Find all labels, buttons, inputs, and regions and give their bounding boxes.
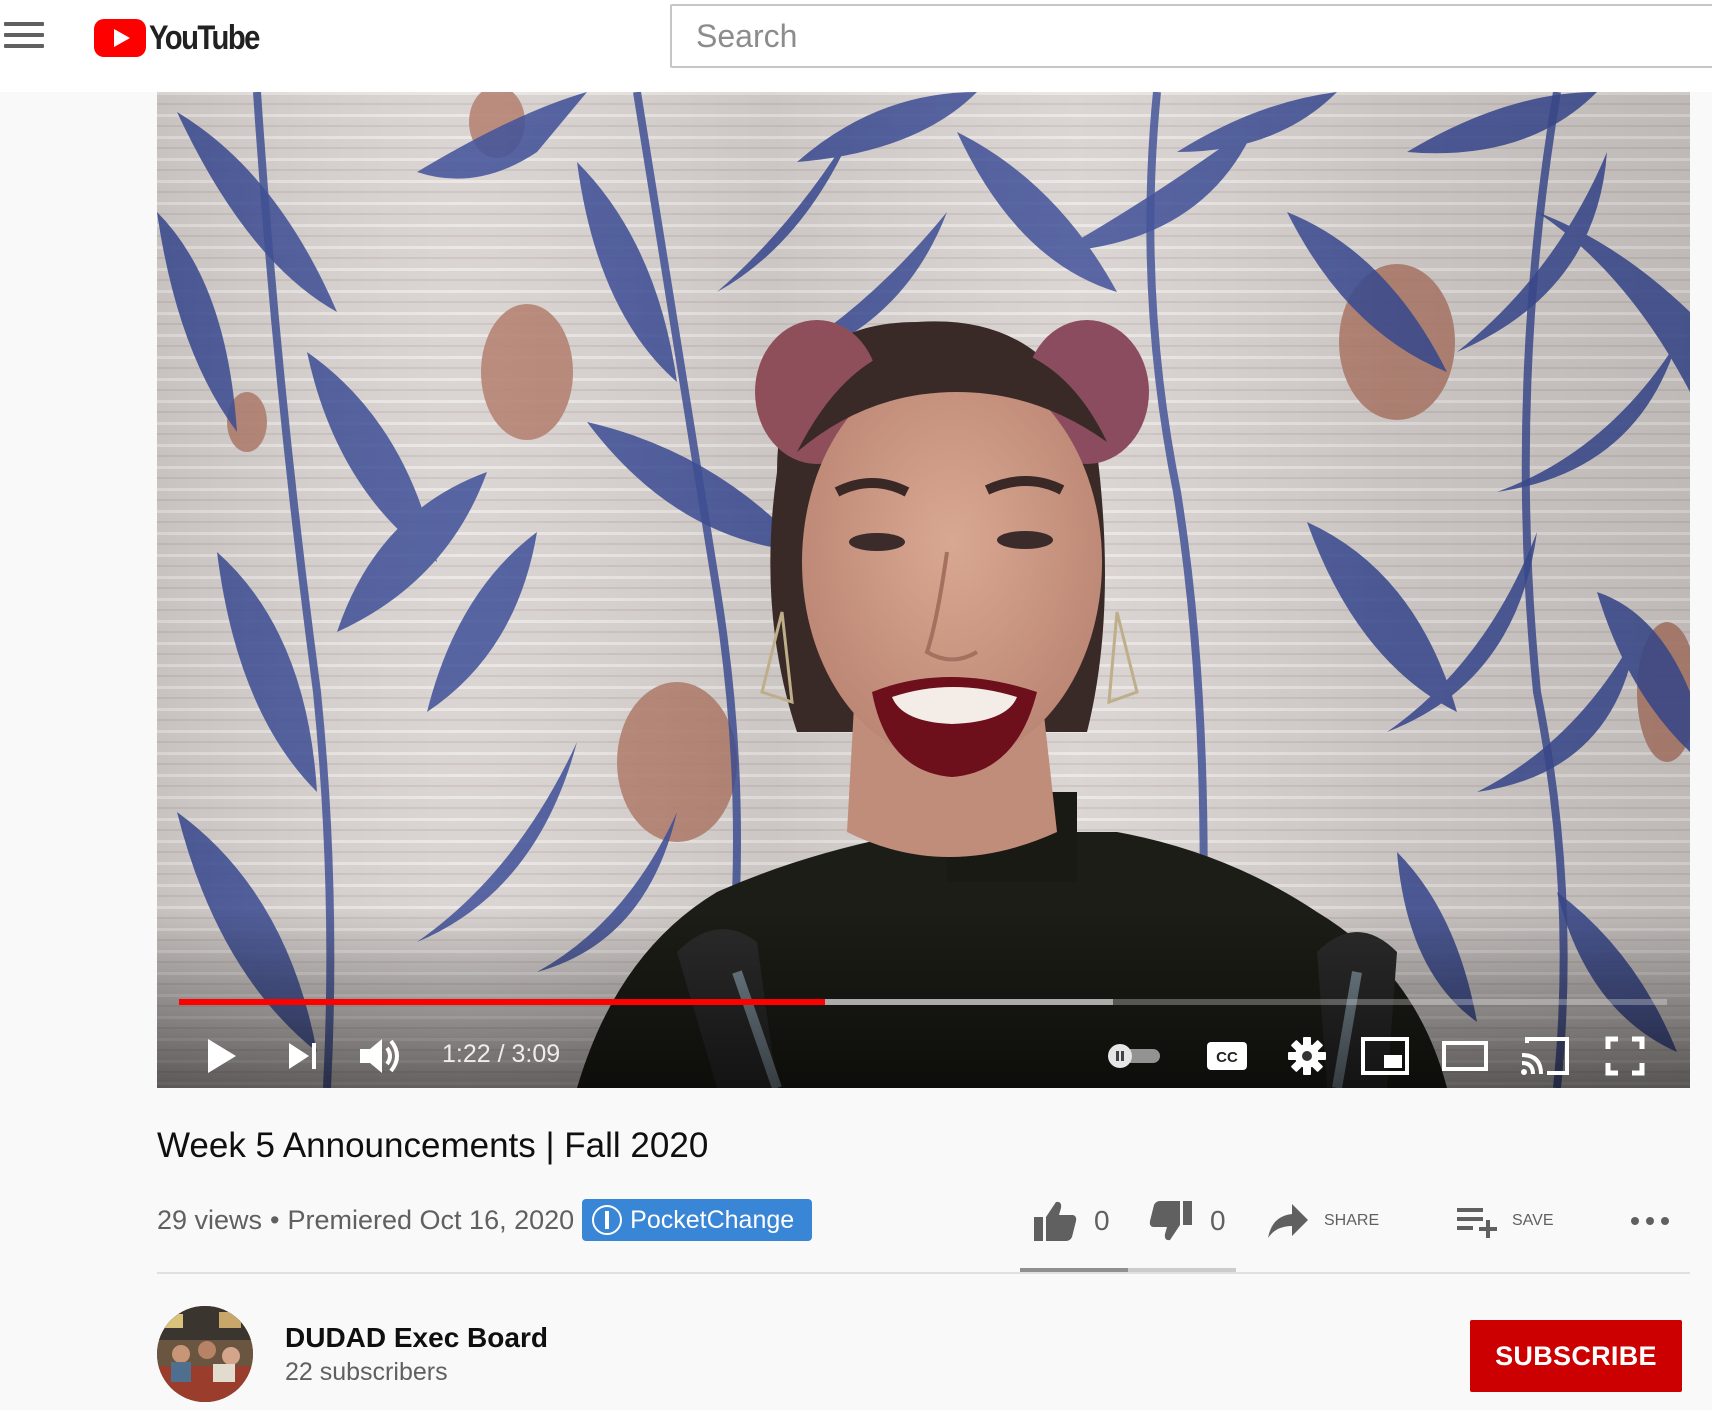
miniplayer-button[interactable] [1357, 1026, 1413, 1086]
masthead: YouTube [0, 0, 1712, 92]
share-button[interactable]: SHARE [1266, 1194, 1379, 1248]
thumbs-down-icon [1149, 1201, 1192, 1241]
save-button[interactable]: SAVE [1456, 1194, 1554, 1248]
dislike-button[interactable]: 0 [1148, 1194, 1226, 1248]
fullscreen-icon [1605, 1036, 1645, 1076]
subscriber-count: 22 subscribers [285, 1358, 448, 1386]
save-label: SAVE [1512, 1212, 1554, 1229]
youtube-play-logo-icon [94, 19, 146, 57]
volume-button[interactable] [353, 1026, 409, 1086]
logo-wordmark: YouTube [149, 18, 260, 57]
autoplay-toggle-icon [1108, 1044, 1160, 1068]
share-arrow-icon [1268, 1204, 1308, 1238]
pocketchange-label: PocketChange [630, 1205, 795, 1234]
time-display: 1:22 / 3:09 [442, 1040, 561, 1068]
progress-bar[interactable] [179, 999, 1667, 1005]
cc-icon: CC [1207, 1042, 1247, 1070]
more-actions-button[interactable] [1630, 1194, 1670, 1248]
miniplayer-icon [1361, 1037, 1409, 1075]
search-input[interactable] [672, 6, 1712, 66]
video-title: Week 5 Announcements | Fall 2020 [157, 1126, 709, 1165]
view-count: 29 views [157, 1204, 263, 1235]
like-button[interactable]: 0 [1032, 1194, 1110, 1248]
channel-avatar[interactable] [157, 1306, 253, 1402]
pocketchange-icon [592, 1205, 623, 1235]
svg-text:CC: CC [1216, 1049, 1238, 1066]
volume-icon [360, 1039, 399, 1073]
theater-icon [1442, 1041, 1488, 1071]
fullscreen-button[interactable] [1597, 1026, 1653, 1086]
settings-button[interactable] [1282, 1026, 1332, 1086]
like-count: 0 [1094, 1205, 1110, 1236]
settings-icon [1288, 1037, 1326, 1075]
video-player[interactable]: 1:22 / 3:09 CC [157, 92, 1690, 1088]
youtube-logo[interactable]: YouTube [94, 14, 277, 62]
search-box[interactable] [670, 4, 1712, 68]
video-meta: 29 views • Premiered Oct 16, 2020 Pocket… [157, 1198, 813, 1242]
cc-button[interactable]: CC [1202, 1026, 1252, 1086]
thumbs-up-icon [1034, 1201, 1077, 1241]
premiere-date: Premiered Oct 16, 2020 [287, 1204, 575, 1235]
theater-mode-button[interactable] [1437, 1026, 1493, 1086]
cast-button[interactable] [1517, 1026, 1573, 1086]
next-icon [289, 1043, 316, 1069]
share-label: SHARE [1324, 1212, 1380, 1229]
playlist-add-icon [1457, 1208, 1497, 1238]
menu-icon[interactable] [4, 22, 44, 52]
dislike-count: 0 [1210, 1205, 1226, 1236]
play-icon [208, 1039, 236, 1073]
next-button[interactable] [275, 1026, 331, 1086]
cast-icon [1521, 1037, 1569, 1075]
channel-avatar-image [157, 1306, 253, 1402]
subscribe-button[interactable]: SUBSCRIBE [1470, 1320, 1682, 1392]
play-button[interactable] [193, 1026, 249, 1086]
divider [157, 1272, 1690, 1274]
progress-played [179, 999, 825, 1005]
pocketchange-badge[interactable]: PocketChange [582, 1199, 813, 1241]
meta-separator: • [270, 1204, 280, 1235]
more-horizontal-icon [1631, 1217, 1669, 1225]
channel-name[interactable]: DUDAD Exec Board [285, 1322, 548, 1354]
autoplay-toggle[interactable] [1106, 1026, 1162, 1086]
